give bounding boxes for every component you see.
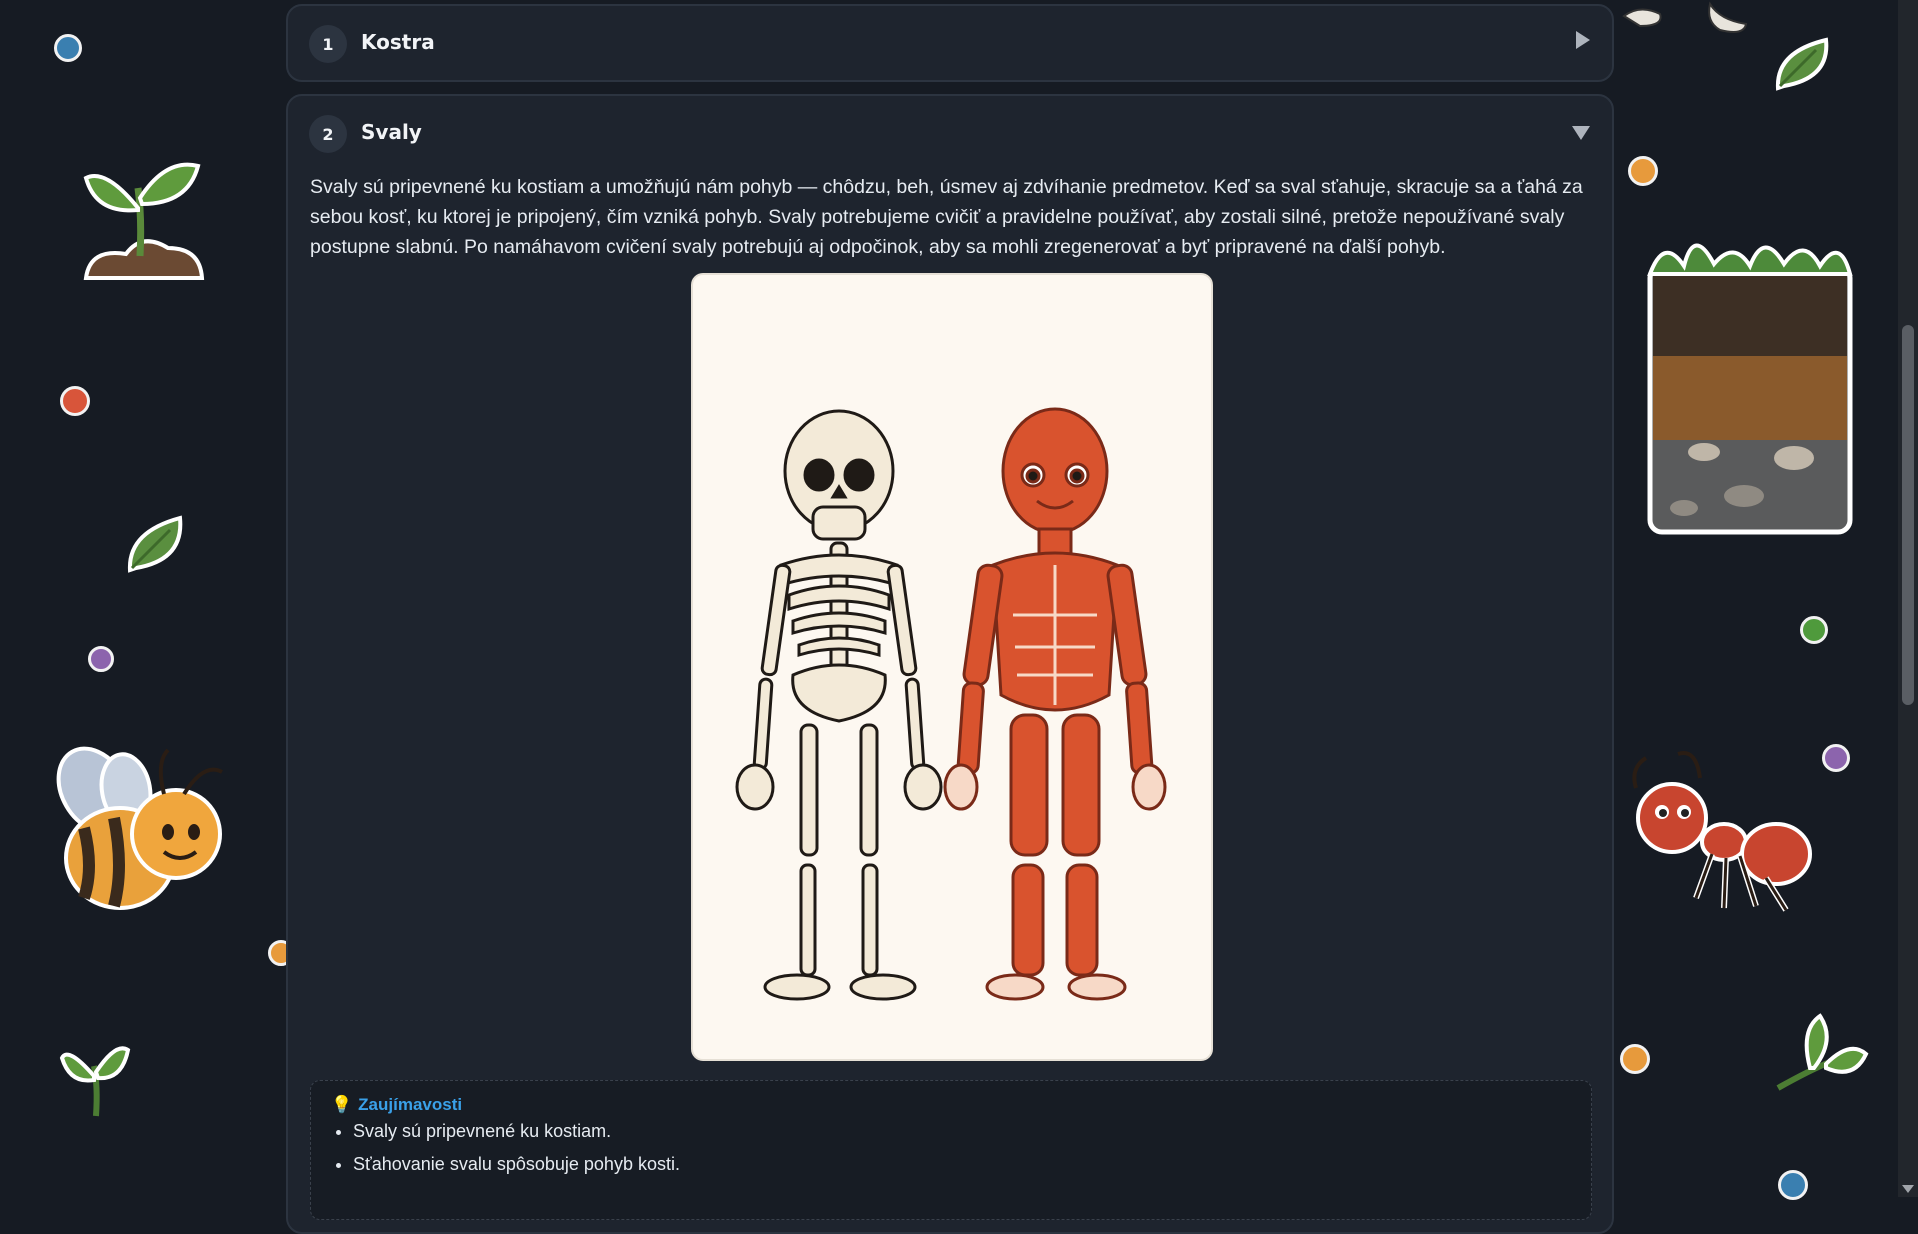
feet-icon xyxy=(1622,1,1748,33)
decor-dot-red xyxy=(60,386,90,416)
scrollbar-thumb[interactable] xyxy=(1902,325,1914,705)
soil-layers-icon xyxy=(1647,243,1853,535)
bee-icon xyxy=(56,746,223,910)
section-header[interactable]: 1 Kostra xyxy=(288,6,1612,80)
section-header[interactable]: 2 Svaly xyxy=(288,96,1612,170)
fact-item: Sťahovanie svalu spôsobuje pohyb kosti. xyxy=(353,1148,680,1181)
skeleton-and-muscles-illustration xyxy=(691,273,1213,1061)
decor-dot-orange xyxy=(1620,1044,1650,1074)
muscle-figure xyxy=(943,407,1167,1001)
decor-dot-blue xyxy=(1778,1170,1808,1200)
skeleton-figure xyxy=(735,409,943,1001)
sprout-small-icon xyxy=(59,1046,131,1117)
decor-dot-purple xyxy=(88,646,114,672)
fact-item: Svaly sú pripevnené ku kostiam. xyxy=(353,1115,680,1148)
section-svaly: 2 Svaly Svaly sú pripevnené ku kostiam a… xyxy=(286,94,1614,1234)
sprout-icon xyxy=(83,162,205,280)
collapse-arrow-icon[interactable] xyxy=(1572,126,1590,140)
leaf-icon xyxy=(127,515,183,573)
section-title: Kostra xyxy=(361,30,435,54)
facts-heading: 💡 Zaujímavosti xyxy=(331,1095,462,1115)
sprout-icon xyxy=(1776,1013,1869,1091)
expand-arrow-icon[interactable] xyxy=(1576,31,1590,49)
decor-dot-blue xyxy=(54,34,82,62)
scroll-down-arrow[interactable] xyxy=(1902,1185,1914,1193)
page-scrollbar[interactable] xyxy=(1898,0,1918,1197)
ant-icon xyxy=(1632,751,1812,912)
decor-dot-green xyxy=(1800,616,1828,644)
section-number-badge: 2 xyxy=(309,115,347,153)
section-title: Svaly xyxy=(361,120,422,144)
leaf-icon xyxy=(1775,37,1829,91)
section-kostra[interactable]: 1 Kostra xyxy=(286,4,1614,82)
section-paragraph: Svaly sú pripevnené ku kostiam a umožňuj… xyxy=(310,176,1583,258)
facts-heading-label: Zaujímavosti xyxy=(358,1095,463,1114)
lightbulb-icon: 💡 xyxy=(331,1095,353,1114)
section-number-badge: 1 xyxy=(309,25,347,63)
decor-dot-orange xyxy=(1628,156,1658,186)
facts-box: 💡 Zaujímavosti Svaly sú pripevnené ku kos… xyxy=(310,1080,1592,1220)
facts-list: Svaly sú pripevnené ku kostiam. Sťahovan… xyxy=(331,1115,680,1181)
decor-dot-purple xyxy=(1822,744,1850,772)
